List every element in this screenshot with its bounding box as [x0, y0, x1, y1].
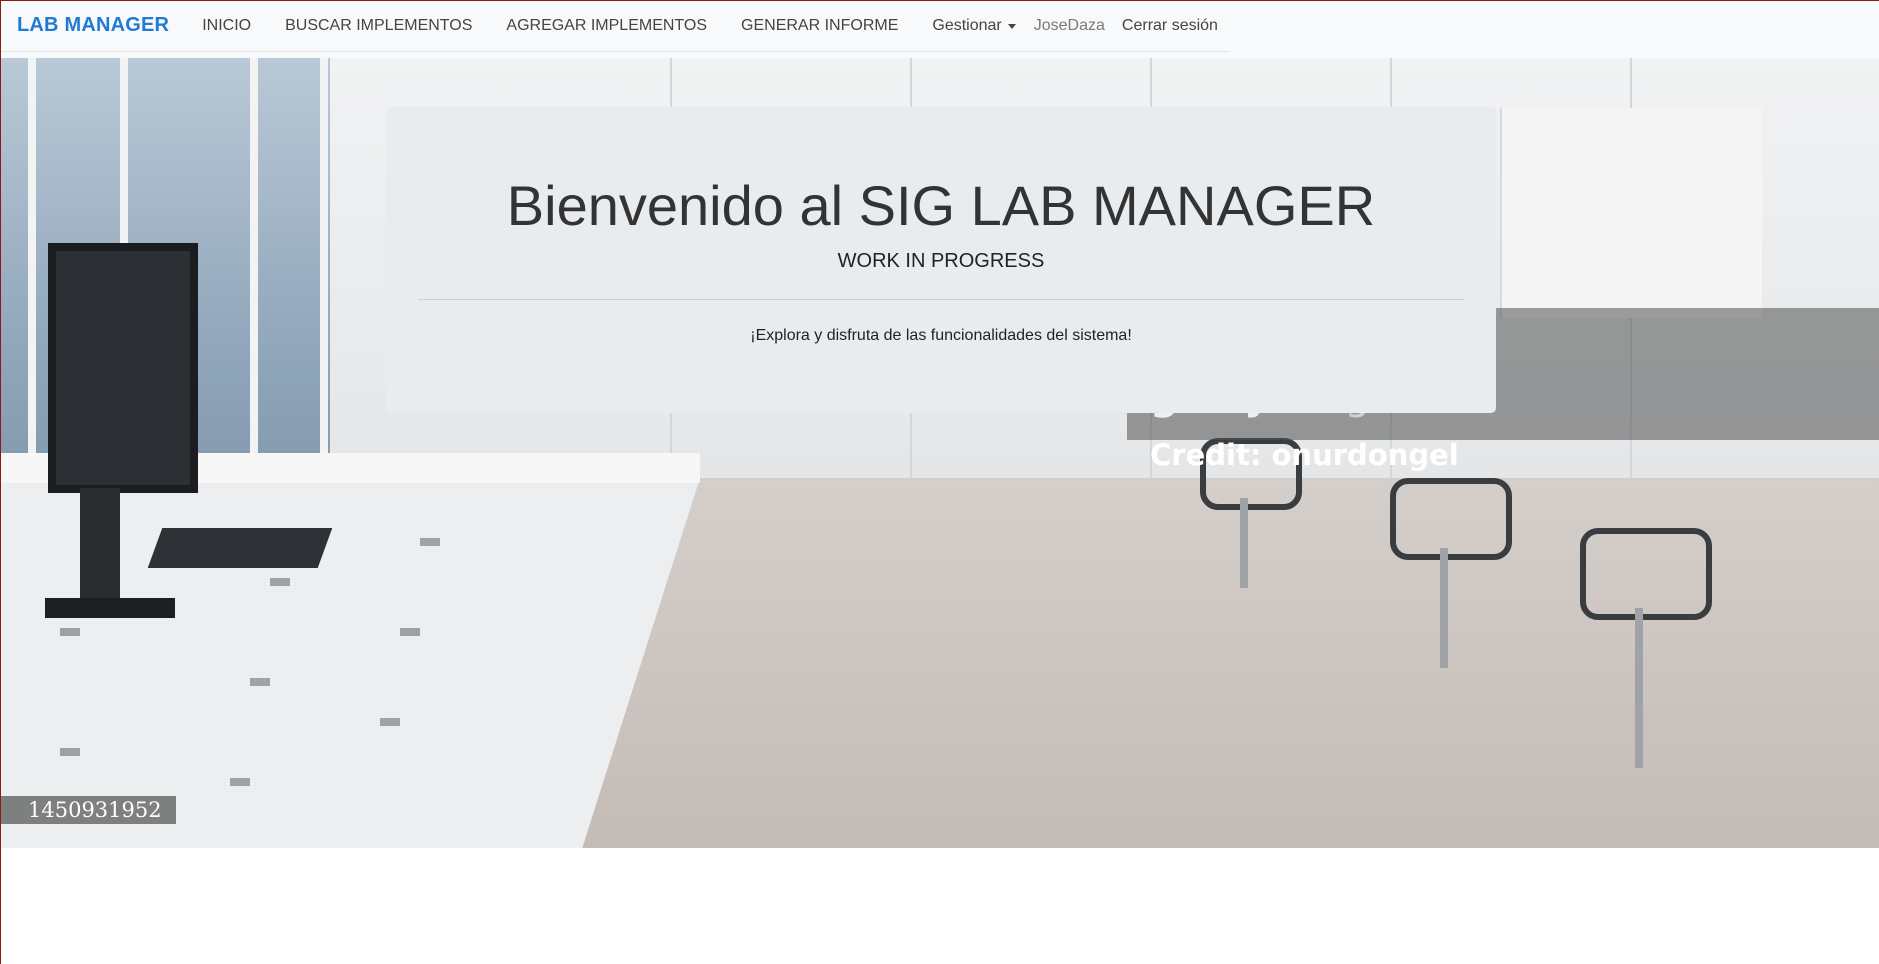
nav-link-generar-informe[interactable]: GENERAR INFORME — [741, 17, 898, 35]
caret-down-icon — [1007, 23, 1016, 29]
watermark-credit: Credit: onurdongel — [1150, 438, 1459, 472]
page-title: Bienvenido al SIG LAB MANAGER — [506, 174, 1376, 237]
nav-link-buscar-implementos[interactable]: BUSCAR IMPLEMENTOS — [285, 17, 472, 35]
drawer-handle — [380, 718, 400, 726]
drawer-handle — [60, 628, 80, 636]
navbar-inner: LAB MANAGER INICIO BUSCAR IMPLEMENTOS AG… — [0, 0, 1229, 52]
chair-leg — [1440, 548, 1448, 668]
computer-monitor — [48, 243, 198, 493]
keyboard — [147, 528, 333, 568]
gestionar-dropdown[interactable]: Gestionar — [932, 16, 1016, 35]
chair-leg — [1635, 608, 1643, 768]
gestionar-dropdown-label: Gestionar — [932, 16, 1002, 34]
chair-leg — [1240, 498, 1248, 588]
monitor-stand — [80, 488, 120, 608]
nav-link-agregar-implementos[interactable]: AGREGAR IMPLEMENTOS — [506, 17, 707, 35]
lab-chair — [1580, 528, 1712, 620]
lab-shelves — [1500, 108, 1762, 318]
monitor-base — [45, 598, 175, 618]
image-id-label: 1450931952 — [0, 796, 176, 824]
drawer-handle — [400, 628, 420, 636]
window-frame-top — [0, 0, 1879, 1]
drawer-handle — [230, 778, 250, 786]
welcome-text: ¡Explora y disfruta de las funcionalidad… — [750, 327, 1132, 344]
lab-chair — [1390, 478, 1512, 560]
window-frame-left — [0, 0, 1, 964]
logout-link[interactable]: Cerrar sesión — [1122, 17, 1218, 35]
welcome-jumbotron: Bienvenido al SIG LAB MANAGER WORK IN PR… — [386, 107, 1496, 413]
page-subtitle: WORK IN PROGRESS — [837, 250, 1045, 272]
username-label: JoseDaza — [1033, 16, 1105, 34]
drawer-handle — [270, 578, 290, 586]
nav-link-inicio[interactable]: INICIO — [202, 17, 251, 35]
drawer-handle — [420, 538, 440, 546]
divider — [418, 299, 1464, 300]
drawer-handle — [60, 748, 80, 756]
navbar: LAB MANAGER INICIO BUSCAR IMPLEMENTOS AG… — [0, 0, 1879, 58]
brand-logo-link[interactable]: LAB MANAGER — [17, 14, 169, 37]
drawer-handle — [250, 678, 270, 686]
